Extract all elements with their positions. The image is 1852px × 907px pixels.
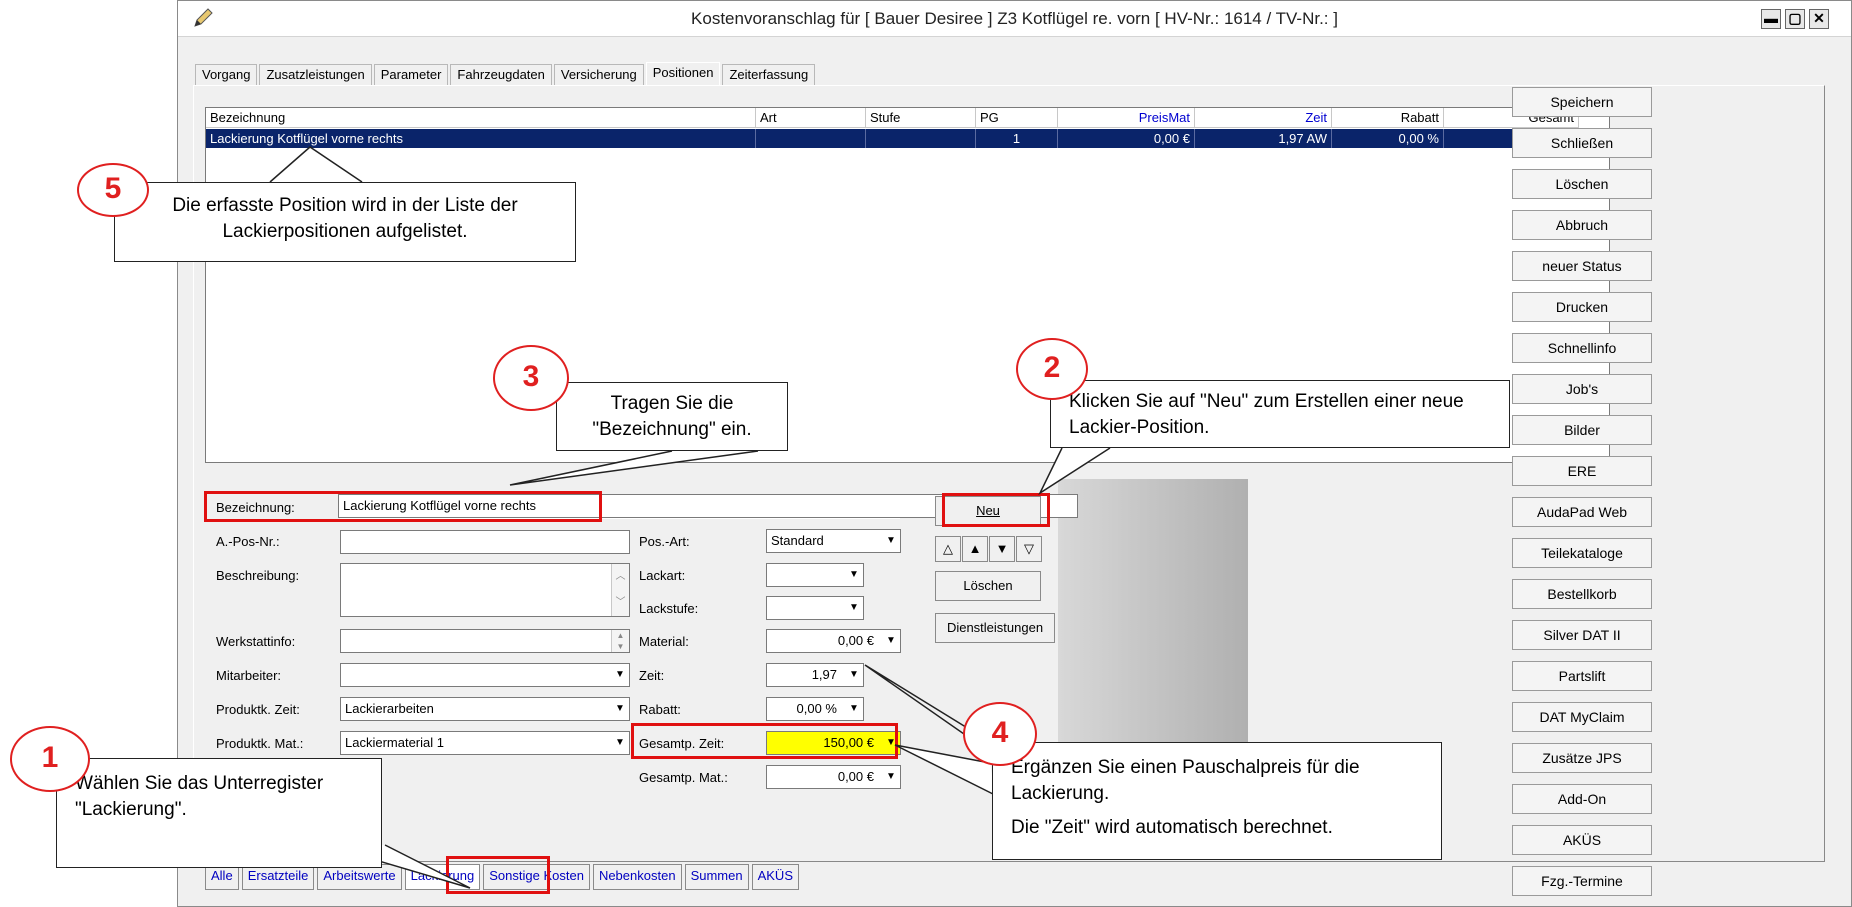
step-4-badge: 4 [963, 702, 1037, 766]
callout-4: Ergänzen Sie einen Pauschalpreis für die… [992, 742, 1442, 860]
callout-2: Klicken Sie auf "Neu" zum Erstellen eine… [1050, 380, 1510, 448]
callout-5-text: Die erfasste Position wird in der Liste … [172, 195, 518, 242]
step-1-badge: 1 [10, 726, 90, 792]
callout-1: Wählen Sie das Unterregister "Lackierung… [56, 758, 382, 868]
step-2-badge: 2 [1016, 338, 1088, 400]
callout-4-text-2: Die "Zeit" wird automatisch berechnet. [1011, 817, 1333, 838]
callout-2-text: Klicken Sie auf "Neu" zum Erstellen eine… [1069, 391, 1464, 438]
callout-3-text: Tragen Sie die "Bezeichnung" ein. [592, 393, 752, 440]
step-5-badge: 5 [77, 163, 149, 217]
callout-4-text-1: Ergänzen Sie einen Pauschalpreis für die… [1011, 757, 1360, 804]
callout-1-text: Wählen Sie das Unterregister "Lackierung… [75, 773, 324, 820]
step-3-badge: 3 [493, 345, 569, 411]
callout-5: Die erfasste Position wird in der Liste … [114, 182, 576, 262]
callout-3: Tragen Sie die "Bezeichnung" ein. [556, 382, 788, 451]
